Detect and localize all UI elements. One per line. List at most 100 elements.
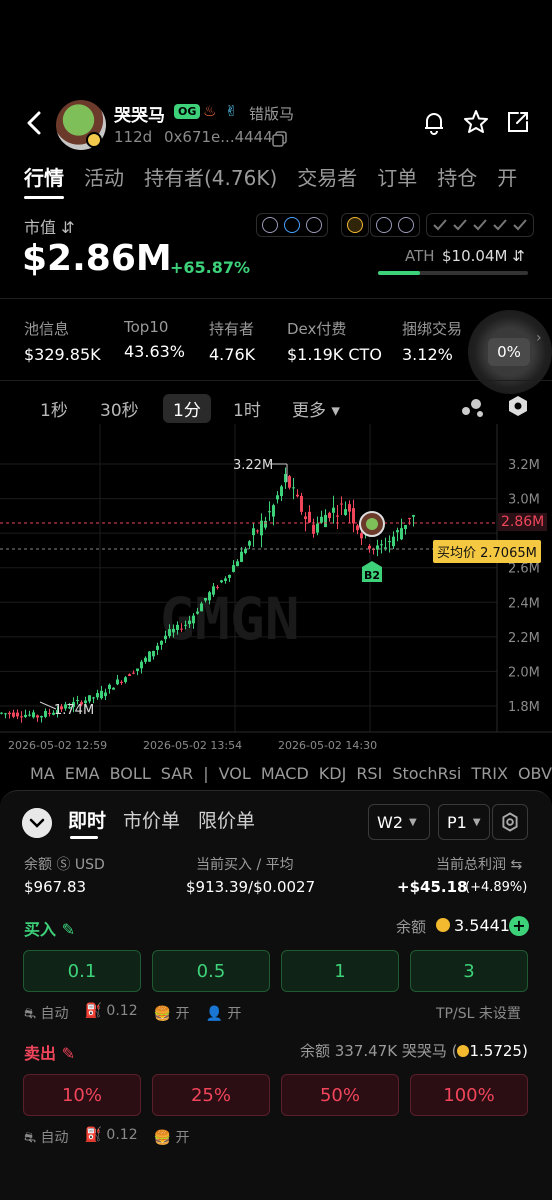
- candle-body: [348, 504, 351, 512]
- stat-top10[interactable]: Top10 43.63%: [124, 318, 185, 361]
- sell-mev-toggle[interactable]: 🍔 开: [154, 1127, 190, 1148]
- sell-percent-button-100[interactable]: 100%: [410, 1074, 528, 1116]
- ath-value[interactable]: $10.04M ⇵: [442, 247, 525, 265]
- stat-bundle[interactable]: 捆绑交易 3.12%: [402, 318, 462, 364]
- candle-body: [320, 516, 323, 523]
- caret-down-icon: ▼: [472, 816, 481, 828]
- buy-amount-button-4[interactable]: 3: [410, 950, 528, 992]
- stat-dex-paid[interactable]: Dex付费 $1.19K CTO: [287, 318, 382, 364]
- indicator-ema[interactable]: EMA: [65, 764, 100, 783]
- tab-orders[interactable]: 订单: [377, 162, 417, 191]
- back-arrow-icon[interactable]: [20, 108, 50, 138]
- star-icon[interactable]: [462, 108, 490, 136]
- indicator-rsi[interactable]: RSI: [356, 764, 382, 783]
- tab-more[interactable]: 开: [497, 162, 517, 191]
- globe-icon[interactable]: [306, 217, 322, 233]
- telegram-icon[interactable]: [284, 217, 300, 233]
- tab-instant[interactable]: 即时: [68, 806, 106, 833]
- balance-value: $967.83: [24, 878, 87, 896]
- anti-rug-toggle[interactable]: 👤 开: [206, 1003, 242, 1024]
- candle-body: [360, 533, 363, 539]
- buy-title[interactable]: 买入 ✎: [24, 916, 75, 940]
- indicator-stochrsi[interactable]: StochRsi: [392, 764, 461, 783]
- indicator-obv[interactable]: OBV: [518, 764, 552, 783]
- collapse-chevron-icon[interactable]: [22, 808, 52, 838]
- gear-icon[interactable]: [492, 804, 528, 840]
- tab-traders[interactable]: 交易者: [297, 162, 357, 191]
- timeframe-1h[interactable]: 1时: [233, 396, 261, 421]
- token-address[interactable]: 0x671e...4444: [164, 128, 273, 146]
- chain-icon[interactable]: [398, 217, 414, 233]
- tab-holders[interactable]: 持有者(4.76K): [144, 162, 277, 191]
- chevron-right-icon[interactable]: ›: [536, 330, 542, 346]
- sell-percent-button-25[interactable]: 25%: [152, 1074, 270, 1116]
- preset-select[interactable]: P1 ▼: [438, 804, 490, 840]
- candle-body: [276, 495, 279, 500]
- tab-activity[interactable]: 活动: [84, 162, 124, 191]
- bnb-icon[interactable]: [347, 217, 363, 233]
- buy-amount-button-1[interactable]: 0.1: [23, 950, 141, 992]
- indicator-kdj[interactable]: KDJ: [319, 764, 347, 783]
- timeframe-1m[interactable]: 1分: [163, 394, 211, 423]
- candle-body: [288, 476, 291, 488]
- timeframe-1s[interactable]: 1秒: [40, 396, 68, 421]
- dots-icon[interactable]: [460, 396, 486, 418]
- indicator-macd[interactable]: MACD: [261, 764, 309, 783]
- candle-body: [412, 515, 415, 517]
- indicator-vol[interactable]: VOL: [219, 764, 251, 783]
- indicator-separator: |: [203, 764, 209, 783]
- gas-fee[interactable]: ⛽ 0.12: [85, 1003, 138, 1024]
- indicator-ma[interactable]: MA: [30, 764, 55, 783]
- sell-percent-button-10[interactable]: 10%: [23, 1074, 141, 1116]
- wallet-select[interactable]: W2 ▼: [368, 804, 430, 840]
- buy-amount-button-2[interactable]: 0.5: [152, 950, 270, 992]
- candle-body: [336, 515, 339, 517]
- candle-body: [108, 684, 111, 689]
- indicator-boll[interactable]: BOLL: [110, 764, 151, 783]
- candle-body: [44, 710, 47, 717]
- candle-body: [220, 580, 223, 583]
- candle-body: [332, 507, 335, 513]
- tab-limit-order[interactable]: 限价单: [198, 806, 255, 833]
- buy-amount-button-3[interactable]: 1: [281, 950, 399, 992]
- copy-icon[interactable]: [272, 131, 288, 147]
- hand-icon: ✌: [225, 102, 238, 120]
- tpsl-setting[interactable]: TP/SL 未设置: [436, 1003, 521, 1023]
- candle-body: [192, 615, 195, 624]
- candle-body: [228, 574, 231, 578]
- sell-title[interactable]: 卖出 ✎: [24, 1040, 75, 1064]
- slippage-auto[interactable]: ⛐ 自动: [24, 1003, 69, 1024]
- candle-body: [408, 518, 411, 520]
- indicator-sar[interactable]: SAR: [161, 764, 194, 783]
- bell-icon[interactable]: [420, 108, 448, 136]
- sell-gas-fee[interactable]: ⛽ 0.12: [85, 1127, 138, 1148]
- price-chart[interactable]: GMGN 3.2M 3.0M 2.6M 2.4M 2.2M 2.0M 1.8M 2026-0…: [0, 424, 552, 764]
- timeframe-more[interactable]: 更多 ▾: [292, 396, 340, 421]
- indicator-trix[interactable]: TRIX: [471, 764, 508, 783]
- sell-options: ⛐ 自动 ⛽ 0.12 🍔 开: [24, 1127, 190, 1148]
- stat-holders[interactable]: 持有者 4.76K: [209, 318, 255, 364]
- search-icon[interactable]: [376, 217, 392, 233]
- add-funds-icon[interactable]: +: [509, 916, 529, 936]
- ath-label: ATH: [405, 247, 435, 265]
- verified-badge-icon: [86, 132, 102, 148]
- user-icon[interactable]: [262, 217, 278, 233]
- settings-hex-icon[interactable]: [506, 394, 530, 418]
- mev-toggle[interactable]: 🍔 开: [154, 1003, 190, 1024]
- market-cap-label[interactable]: 市值 ⇵: [24, 214, 75, 238]
- tab-market-order[interactable]: 市价单: [123, 806, 180, 833]
- candle-body: [380, 544, 383, 546]
- candle-body: [128, 674, 131, 677]
- candle-body: [212, 586, 215, 595]
- share-icon[interactable]: [504, 108, 532, 136]
- pnl-label[interactable]: 当前总利润 ⇆: [436, 854, 522, 874]
- tab-market[interactable]: 行情: [24, 162, 64, 199]
- sell-percent-button-50[interactable]: 50%: [281, 1074, 399, 1116]
- rat-trade-value[interactable]: 0%: [488, 338, 530, 366]
- timeframe-30s[interactable]: 30秒: [100, 396, 139, 421]
- stat-pool[interactable]: 池信息 $329.85K: [24, 318, 101, 364]
- sell-slippage-auto[interactable]: ⛐ 自动: [24, 1127, 69, 1148]
- buy-avg-label: 当前买入 / 平均: [196, 857, 294, 873]
- bnb-icon: [436, 918, 450, 932]
- tab-positions[interactable]: 持仓: [437, 162, 477, 191]
